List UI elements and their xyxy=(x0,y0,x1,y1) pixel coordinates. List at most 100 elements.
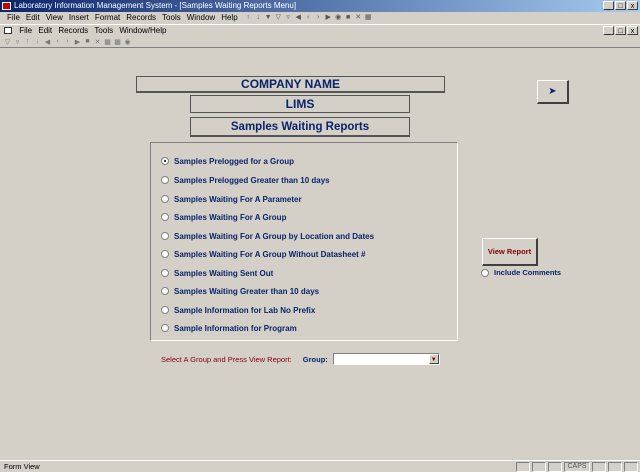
form-menu-tools[interactable]: Tools xyxy=(92,26,115,35)
report-option[interactable]: Sample Information for Program xyxy=(161,321,297,335)
radio[interactable] xyxy=(161,306,169,314)
report-option[interactable]: Samples Waiting For A Parameter xyxy=(161,192,302,206)
filter-form-icon[interactable]: ▿ xyxy=(14,38,21,46)
include-comments-radio[interactable] xyxy=(481,268,489,277)
form-menu-edit[interactable]: Edit xyxy=(36,26,54,35)
report-option-label: Samples Waiting For A Group xyxy=(174,212,287,222)
properties-small-icon[interactable]: ▦ xyxy=(104,38,111,46)
form-menu-file[interactable]: File xyxy=(17,26,34,35)
menu-help[interactable]: Help xyxy=(218,12,240,24)
status-pane xyxy=(532,462,546,472)
last-icon[interactable]: ▶ xyxy=(74,38,81,46)
status-pane xyxy=(516,462,530,472)
prev-icon[interactable]: ‹ xyxy=(54,38,61,45)
status-bar: Form View CAPS xyxy=(0,460,640,472)
form-canvas: COMPANY NAME LIMS Samples Waiting Report… xyxy=(2,49,638,460)
group-combobox[interactable]: ▼ xyxy=(332,353,440,365)
radio[interactable] xyxy=(161,287,169,295)
form-menu-records[interactable]: Records xyxy=(56,26,90,35)
menu-edit[interactable]: Edit xyxy=(23,12,43,24)
form-restore-button[interactable]: □ xyxy=(615,26,626,35)
report-option-label: Samples Waiting For A Group by Location … xyxy=(174,231,375,241)
binoculars-icon[interactable]: ◉ xyxy=(124,38,131,46)
include-comments-option[interactable]: Include Comments xyxy=(481,268,561,277)
report-option-label: Samples Prelogged Greater than 10 days xyxy=(174,175,330,185)
lims-banner: LIMS xyxy=(190,95,410,113)
find-icon[interactable]: ◉ xyxy=(335,12,342,24)
close-button[interactable]: x xyxy=(627,1,638,10)
sort-ascending-icon[interactable]: ↑ xyxy=(245,12,252,24)
last-record-icon[interactable]: ▶ xyxy=(325,12,332,24)
exit-button[interactable]: ➤ xyxy=(537,80,569,104)
radio[interactable] xyxy=(161,250,169,258)
menu-format[interactable]: Format xyxy=(92,12,123,24)
form-menu-window-help[interactable]: Window/Help xyxy=(117,26,168,35)
report-option[interactable]: Samples Waiting Sent Out xyxy=(161,266,273,280)
first-record-icon[interactable]: ◀ xyxy=(295,12,302,24)
report-option-label: Samples Waiting For A Group Without Data… xyxy=(174,249,366,259)
new-record-icon[interactable]: ■ xyxy=(345,12,352,24)
form-menu-bar: File Edit Records Tools Window/Help _ □ … xyxy=(0,24,640,36)
group-label: Group: xyxy=(302,354,328,364)
report-option-label: Sample Information for Lab No Prefix xyxy=(174,305,316,315)
report-option-label: Samples Waiting For A Parameter xyxy=(174,194,302,204)
radio-selected[interactable] xyxy=(161,157,169,165)
sort-asc-icon[interactable]: ↑ xyxy=(24,38,31,45)
menu-window[interactable]: Window xyxy=(184,12,218,24)
app-icon xyxy=(2,2,11,10)
restore-button[interactable]: □ xyxy=(615,1,626,10)
report-option[interactable]: Samples Prelogged Greater than 10 days xyxy=(161,173,330,187)
properties-icon[interactable]: ▦ xyxy=(365,12,372,24)
previous-record-icon[interactable]: ‹ xyxy=(305,12,312,24)
status-pane xyxy=(608,462,622,472)
company-name-banner: COMPANY NAME xyxy=(136,76,445,93)
status-pane xyxy=(548,462,562,472)
apply-filter-icon[interactable]: ▿ xyxy=(285,12,292,24)
window-titlebar[interactable]: Laboratory Information Management System… xyxy=(0,0,640,12)
report-option[interactable]: Sample Information for Lab No Prefix xyxy=(161,303,315,317)
sort-desc-icon[interactable]: ↓ xyxy=(34,38,41,45)
filter-icon[interactable]: ▽ xyxy=(4,38,11,46)
report-option-label: Samples Waiting Sent Out xyxy=(174,268,274,278)
next-icon[interactable]: › xyxy=(64,38,71,45)
delete-record-icon[interactable]: ✕ xyxy=(355,12,362,24)
menu-insert[interactable]: Insert xyxy=(66,12,92,24)
form-minimize-button[interactable]: _ xyxy=(603,26,614,35)
page-title: Samples Waiting Reports xyxy=(190,117,410,137)
chevron-down-icon[interactable]: ▼ xyxy=(428,354,439,364)
minimize-button[interactable]: _ xyxy=(603,1,614,10)
report-option[interactable]: Samples Waiting For A Group by Location … xyxy=(161,229,374,243)
status-mode: Form View xyxy=(4,462,40,471)
status-caps: CAPS xyxy=(564,462,590,472)
delete-icon[interactable]: ✕ xyxy=(94,38,101,46)
radio[interactable] xyxy=(161,324,169,332)
new-icon[interactable]: ■ xyxy=(84,38,91,45)
menu-view[interactable]: View xyxy=(43,12,66,24)
report-option[interactable]: Samples Waiting For A Group Without Data… xyxy=(161,247,366,261)
radio[interactable] xyxy=(161,232,169,240)
sort-descending-icon[interactable]: ↓ xyxy=(255,12,262,24)
exit-door-icon: ➤ xyxy=(548,86,557,97)
report-option[interactable]: Samples Waiting For A Group xyxy=(161,210,286,224)
view-report-button[interactable]: View Report xyxy=(482,238,538,266)
report-option[interactable]: Samples Waiting Greater than 10 days xyxy=(161,284,319,298)
radio[interactable] xyxy=(161,195,169,203)
radio[interactable] xyxy=(161,213,169,221)
form-document-icon xyxy=(4,27,12,34)
form-close-button[interactable]: x xyxy=(627,26,638,35)
menu-records[interactable]: Records xyxy=(123,12,159,24)
next-record-icon[interactable]: › xyxy=(315,12,322,24)
menu-file[interactable]: File xyxy=(4,12,23,24)
menu-tools[interactable]: Tools xyxy=(159,12,184,24)
filter-by-selection-icon[interactable]: ▼ xyxy=(265,12,272,24)
window-title: Laboratory Information Management System… xyxy=(14,1,297,10)
database-icon[interactable]: ▩ xyxy=(114,38,121,46)
report-option[interactable]: Samples Prelogged for a Group xyxy=(161,154,294,168)
report-option-label: Sample Information for Program xyxy=(174,323,297,333)
status-pane xyxy=(624,462,638,472)
include-comments-label: Include Comments xyxy=(494,268,562,277)
filter-by-form-icon[interactable]: ▽ xyxy=(275,12,282,24)
first-icon[interactable]: ◀ xyxy=(44,38,51,46)
radio[interactable] xyxy=(161,176,169,184)
radio[interactable] xyxy=(161,269,169,277)
